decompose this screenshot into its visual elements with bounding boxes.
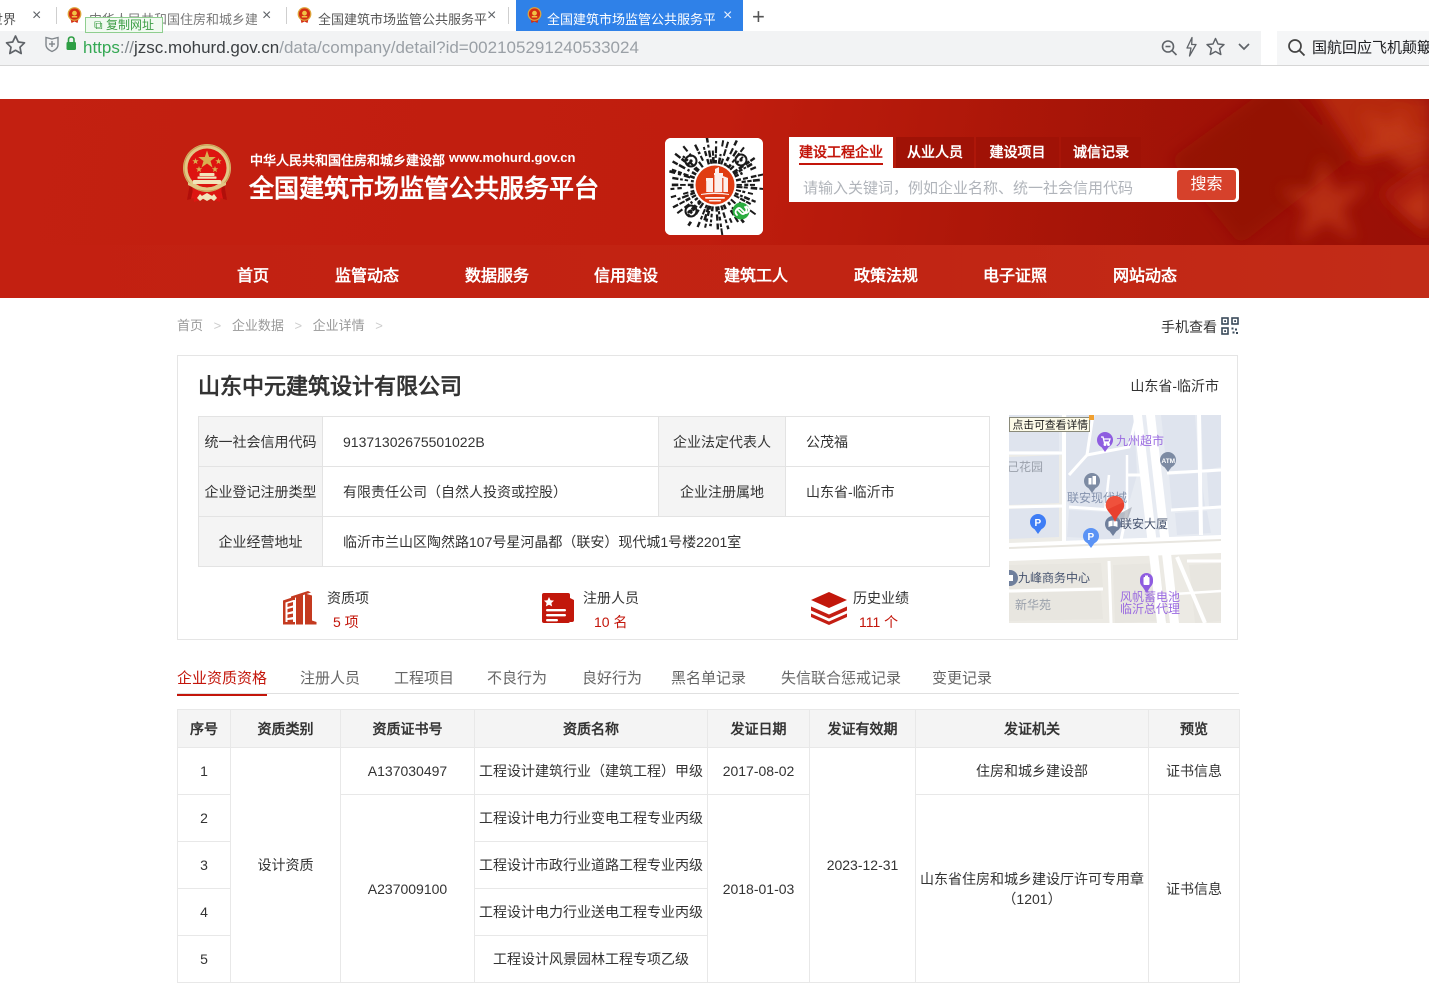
svg-text:新华苑: 新华苑: [1015, 597, 1051, 612]
svg-text:国航回应飞机颠簸: 国航回应飞机颠簸: [1312, 39, 1429, 57]
svg-text:P: P: [1088, 532, 1095, 543]
svg-text:ATM: ATM: [1162, 458, 1176, 465]
svg-text:临沂总代理: 临沂总代理: [1120, 602, 1180, 616]
svg-text:P: P: [1035, 518, 1042, 529]
svg-text:己花园: 己花园: [1009, 459, 1043, 474]
svg-text:点击可查看详情: 点击可查看详情: [1013, 418, 1089, 432]
svg-text:九州超市: 九州超市: [1116, 433, 1164, 448]
svg-text:九峰商务中心: 九峰商务中心: [1018, 570, 1090, 585]
